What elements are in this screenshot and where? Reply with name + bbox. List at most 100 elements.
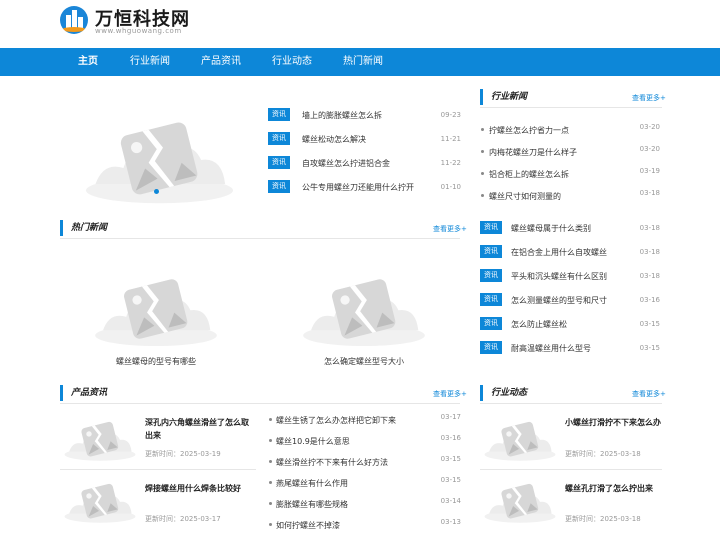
dynamics-card-date: 更新时间：2025-03-18 (565, 450, 641, 458)
divider (60, 403, 460, 404)
hot-news-image[interactable] (60, 264, 252, 350)
product-link[interactable]: 如何拧螺丝不掉漆 (276, 520, 340, 531)
product-link[interactable]: 膨胀螺丝有哪些规格 (276, 499, 348, 510)
product-card-date: 更新时间：2025-03-17 (145, 515, 221, 523)
bullet-icon (269, 460, 272, 463)
dynamics-card-title[interactable]: 小螺丝打滑拧不下来怎么办 (565, 416, 665, 429)
hot-news-caption[interactable]: 怎么确定螺丝型号大小 (268, 356, 460, 367)
divider (480, 469, 662, 470)
news-link[interactable]: 平头和沉头螺丝有什么区别 (511, 271, 607, 282)
bullet-icon (269, 523, 272, 526)
news-link[interactable]: 螺丝螺母属于什么类别 (511, 223, 591, 234)
tag-badge[interactable]: 资讯 (268, 108, 290, 121)
bullet-icon (269, 502, 272, 505)
headline-link[interactable]: 自攻螺丝怎么拧进铝合金 (302, 158, 390, 169)
dynamics-thumb[interactable] (480, 475, 560, 525)
news-link[interactable]: 在铝合金上用什么自攻螺丝 (511, 247, 607, 258)
news-date: 03-18 (639, 248, 660, 256)
site-header: 万恒科技网 www.whguowang.com (0, 0, 720, 48)
news-date: 03-20 (639, 123, 660, 131)
hot-news-image[interactable] (268, 264, 460, 350)
nav-product-news[interactable]: 产品资讯 (201, 48, 241, 76)
site-url: www.whguowang.com (95, 27, 182, 35)
product-date: 03-15 (440, 455, 461, 463)
nav-home[interactable]: 主页 (78, 48, 98, 76)
product-card-title[interactable]: 深孔内六角螺丝滑丝了怎么取出来 (145, 416, 255, 442)
industry-dynamics-more-link[interactable]: 查看更多+ (632, 389, 666, 399)
industry-news-more-link[interactable]: 查看更多+ (632, 93, 666, 103)
news-link[interactable]: 铝合柜上的螺丝怎么拆 (489, 169, 569, 180)
news-date: 03-20 (639, 145, 660, 153)
dynamics-card-date: 更新时间：2025-03-18 (565, 515, 641, 523)
slider-dot[interactable] (154, 189, 159, 194)
bullet-icon (269, 439, 272, 442)
tag-badge[interactable]: 资讯 (268, 132, 290, 145)
tag-badge[interactable]: 资讯 (480, 245, 502, 258)
nav-hot-news[interactable]: 热门新闻 (343, 48, 383, 76)
dynamics-card-title[interactable]: 螺丝孔打滑了怎么拧出来 (565, 482, 665, 495)
divider (480, 403, 662, 404)
bullet-icon (269, 418, 272, 421)
slider-image[interactable] (62, 104, 257, 208)
industry-news-title: 行业新闻 (480, 89, 527, 105)
hot-news-more-link[interactable]: 查看更多+ (433, 224, 467, 234)
bullet-icon (481, 150, 484, 153)
product-thumb[interactable] (60, 475, 140, 525)
product-link[interactable]: 螺丝滑丝拧不下来有什么好方法 (276, 457, 388, 468)
bullet-icon (481, 172, 484, 175)
news-link[interactable]: 耐高温螺丝用什么型号 (511, 343, 591, 354)
news-date: 03-18 (639, 272, 660, 280)
hot-news-title: 热门新闻 (60, 220, 107, 236)
bullet-icon (269, 481, 272, 484)
tag-badge[interactable]: 资讯 (268, 156, 290, 169)
news-link[interactable]: 螺丝尺寸如何测量的 (489, 191, 561, 202)
product-link[interactable]: 螺丝10.9是什么意思 (276, 436, 350, 447)
news-date: 03-18 (639, 189, 660, 197)
tag-badge[interactable]: 资讯 (480, 317, 502, 330)
tag-badge[interactable]: 资讯 (480, 341, 502, 354)
product-link[interactable]: 燕尾螺丝有什么作用 (276, 478, 348, 489)
news-date: 03-15 (639, 320, 660, 328)
product-date: 03-13 (440, 518, 461, 526)
main-nav: 主页 行业新闻 产品资讯 行业动态 热门新闻 (0, 48, 720, 76)
divider (480, 107, 662, 108)
dynamics-thumb[interactable] (480, 413, 560, 463)
headline-link[interactable]: 螺丝松动怎么解决 (302, 134, 366, 145)
headline-link[interactable]: 墙上的膨胀螺丝怎么拆 (302, 110, 382, 121)
divider (60, 469, 256, 470)
product-link[interactable]: 螺丝生锈了怎么办怎样把它卸下来 (276, 415, 396, 426)
product-card-date: 更新时间：2025-03-19 (145, 450, 221, 458)
product-date: 03-17 (440, 413, 461, 421)
news-date: 03-18 (639, 224, 660, 232)
news-date: 03-19 (639, 167, 660, 175)
divider (60, 238, 460, 239)
product-date: 03-14 (440, 497, 461, 505)
headline-date: 11-21 (440, 135, 461, 143)
bullet-icon (481, 194, 484, 197)
news-link[interactable]: 拧螺丝怎么拧省力一点 (489, 125, 569, 136)
product-news-title: 产品资讯 (60, 385, 107, 401)
headline-link[interactable]: 公牛专用螺丝刀还能用什么拧开 (302, 182, 414, 193)
news-link[interactable]: 内梅花螺丝刀是什么样子 (489, 147, 577, 158)
news-link[interactable]: 怎么防止螺丝松 (511, 319, 567, 330)
news-link[interactable]: 怎么测量螺丝的型号和尺寸 (511, 295, 607, 306)
product-thumb[interactable] (60, 413, 140, 463)
tag-badge[interactable]: 资讯 (268, 180, 290, 193)
news-date: 03-16 (639, 296, 660, 304)
product-card-title[interactable]: 焊接螺丝用什么焊条比较好 (145, 482, 255, 495)
headline-date: 01-10 (440, 183, 461, 191)
product-news-more-link[interactable]: 查看更多+ (433, 389, 467, 399)
tag-badge[interactable]: 资讯 (480, 293, 502, 306)
news-date: 03-15 (639, 344, 660, 352)
logo-icon[interactable] (60, 6, 88, 34)
hot-news-caption[interactable]: 螺丝螺母的型号有哪些 (60, 356, 252, 367)
industry-dynamics-title: 行业动态 (480, 385, 527, 401)
nav-industry-news[interactable]: 行业新闻 (130, 48, 170, 76)
tag-badge[interactable]: 资讯 (480, 269, 502, 282)
tag-badge[interactable]: 资讯 (480, 221, 502, 234)
nav-industry-dynamics[interactable]: 行业动态 (272, 48, 312, 76)
headline-date: 09-23 (440, 111, 461, 119)
bullet-icon (481, 128, 484, 131)
product-date: 03-15 (440, 476, 461, 484)
headline-date: 11-22 (440, 159, 461, 167)
